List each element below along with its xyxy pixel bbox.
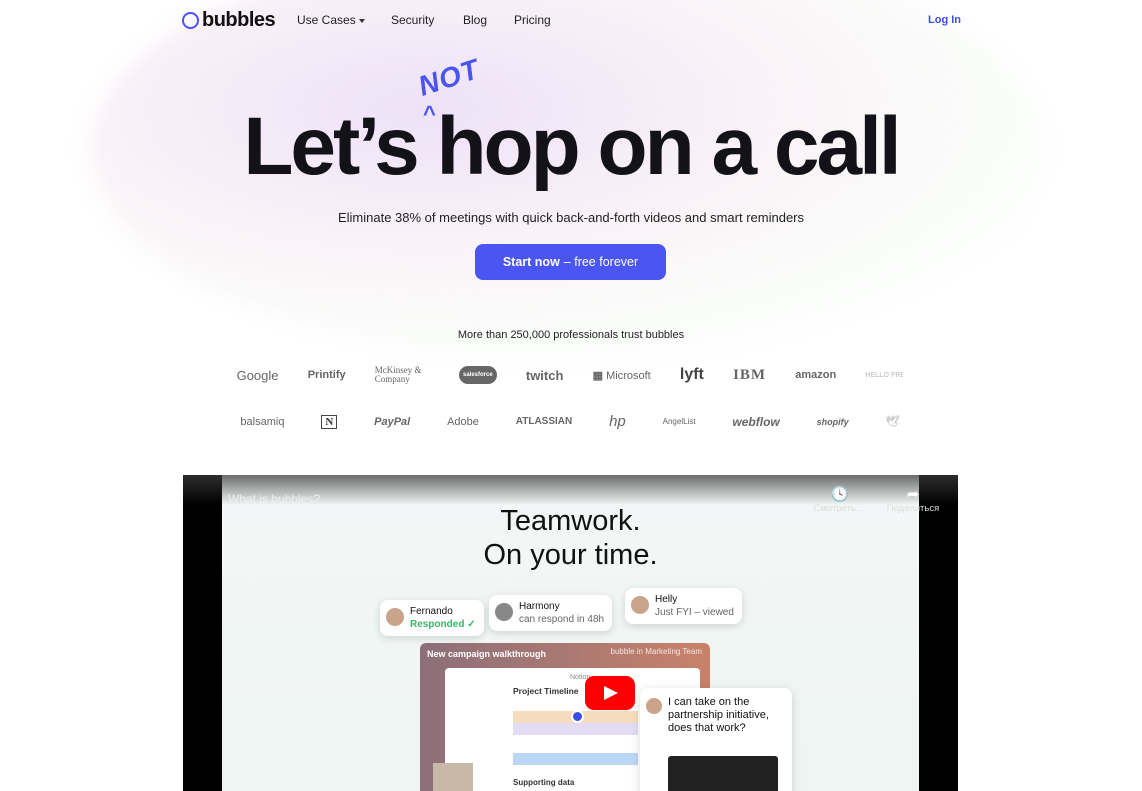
insert-caret-icon: ^ — [423, 101, 436, 126]
top-nav: bubbles Use Cases Security Blog Pricing … — [0, 0, 1142, 40]
video-thumbnail — [668, 756, 778, 791]
card-meta: bubble in Marketing Team — [610, 647, 702, 656]
company-logo: lyft — [679, 366, 704, 383]
avatar — [646, 698, 662, 714]
card-title: New campaign walkthrough — [427, 649, 547, 659]
company-logo: Google — [236, 367, 279, 383]
company-logo: ATLASSIAN — [515, 416, 573, 427]
company-logo: 🕊 — [885, 416, 900, 428]
avatar — [631, 596, 649, 614]
company-logo: twitch — [525, 367, 564, 383]
company-logo: Printify — [307, 369, 346, 381]
video-headline-2: On your time. — [483, 539, 658, 571]
company-logo: McKinsey & Company — [374, 365, 422, 384]
hero-title: Let’s hop on a call — [243, 101, 901, 192]
company-logo: hp — [609, 413, 626, 430]
company-logo: N — [321, 414, 338, 429]
login-link[interactable]: Log In — [928, 14, 961, 26]
watch-later-button[interactable]: 🕓 Смотреть ... — [810, 485, 870, 514]
company-logo: IBM — [733, 366, 767, 383]
video-player[interactable]: Teamwork. On your time. Fernando Responde… — [183, 475, 958, 791]
nav-pricing[interactable]: Pricing — [514, 13, 551, 27]
nav-blog[interactable]: Blog — [463, 13, 487, 27]
logo-row-1: Google Printify McKinsey & Company sales… — [222, 366, 918, 384]
company-logo: PayPal — [374, 415, 411, 428]
brand-name: bubbles — [202, 9, 276, 31]
cursor-dot — [571, 710, 584, 723]
avatar — [386, 608, 404, 626]
webcam-thumbnail — [433, 763, 473, 791]
company-logo: webflow — [732, 414, 780, 429]
company-logo: balsamiq — [240, 415, 285, 428]
video-frame: Teamwork. On your time. Fernando Responde… — [222, 475, 919, 791]
doc-title: Project Timeline — [513, 686, 579, 696]
company-logo: HELLO FRESH — [865, 371, 904, 379]
youtube-play-button[interactable] — [585, 676, 635, 710]
chip-fernando: Fernando Responded ✓ — [380, 600, 484, 636]
company-logo: amazon — [795, 369, 837, 381]
avatar — [495, 603, 513, 621]
logo-row-2: balsamiq N PayPal Adobe ATLASSIAN hp Ang… — [222, 413, 918, 430]
company-logo: ▦ Microsoft — [592, 369, 651, 382]
video-title[interactable]: What is bubbles? — [228, 492, 320, 506]
share-button[interactable]: ➦ Поделиться — [883, 485, 943, 514]
company-logo: salesforce — [458, 366, 497, 384]
company-logo: shopify — [816, 416, 849, 427]
chip-helly: Helly Just FYI – viewed — [625, 588, 742, 624]
chip-harmony: Harmony can respond in 48h — [489, 595, 613, 631]
share-icon: ➦ — [906, 486, 920, 503]
clock-icon: 🕓 — [830, 486, 850, 503]
nav-security[interactable]: Security — [391, 13, 434, 27]
bubbles-logo-icon — [182, 12, 199, 29]
company-logo: Adobe — [447, 415, 479, 428]
nav-use-cases[interactable]: Use Cases — [297, 13, 365, 27]
start-now-button[interactable]: Start now – free forever — [475, 244, 666, 280]
logo[interactable]: bubbles — [182, 9, 276, 32]
doc-section: Supporting data — [513, 778, 575, 787]
company-logo: AngelList — [662, 417, 696, 426]
trust-text: More than 250,000 professionals trust bu… — [457, 329, 685, 341]
caret-down-icon — [358, 18, 365, 23]
message-bubble: I can take on the partnership initiative… — [640, 688, 792, 791]
hero-subtitle: Eliminate 38% of meetings with quick bac… — [337, 210, 805, 225]
